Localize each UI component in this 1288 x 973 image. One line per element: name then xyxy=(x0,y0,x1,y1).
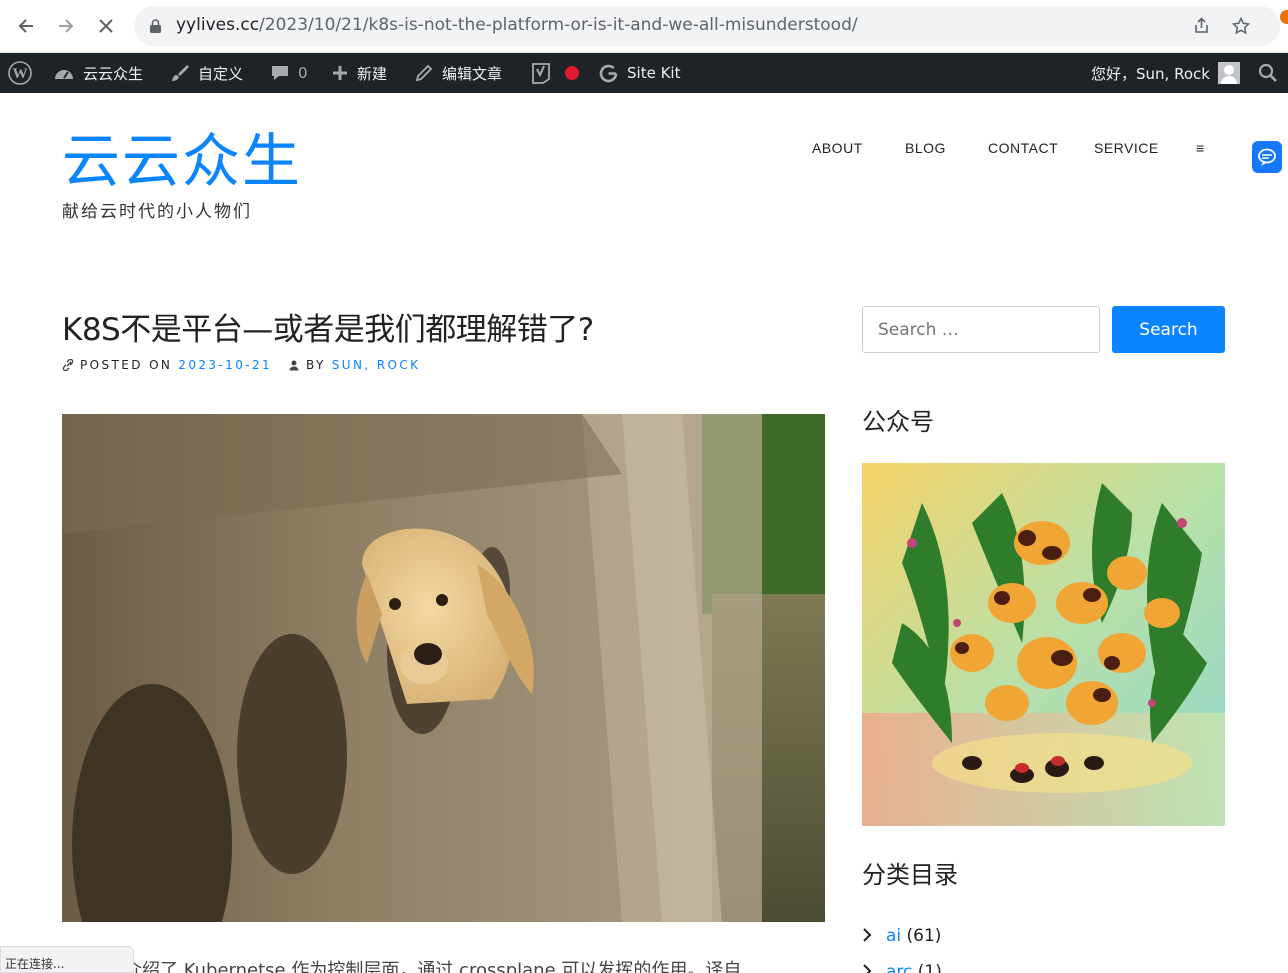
chevron-right-icon xyxy=(862,963,876,973)
post-title: K8S不是平台—或者是我们都理解错了? xyxy=(62,312,594,348)
nav-blog[interactable]: BLOG xyxy=(905,140,946,156)
svg-text:W: W xyxy=(13,66,28,82)
adminbar-site-kit-label: Site Kit xyxy=(627,64,681,82)
lock-icon[interactable] xyxy=(150,19,161,33)
extension-icon[interactable] xyxy=(1280,10,1288,24)
browser-status-bar: 正在连接... xyxy=(0,946,134,973)
google-g-icon xyxy=(599,64,618,82)
address-bar[interactable]: yylives.cc/2023/10/21/k8s-is-not-the-pla… xyxy=(134,6,1280,46)
comment-icon xyxy=(272,66,288,80)
link-icon xyxy=(62,359,74,371)
browser-toolbar: yylives.cc/2023/10/21/k8s-is-not-the-pla… xyxy=(0,0,1288,53)
url-host: yylives.cc xyxy=(176,15,260,35)
bookmark-star-icon[interactable] xyxy=(1230,15,1252,37)
adminbar-search-icon[interactable] xyxy=(1258,53,1278,93)
list-item: ai (61) xyxy=(862,918,942,954)
category-count: (1) xyxy=(917,962,942,973)
search-button[interactable]: Search xyxy=(1112,306,1225,353)
site-title[interactable]: 云云众生 xyxy=(62,126,302,196)
back-icon[interactable] xyxy=(12,12,40,40)
nav-contact[interactable]: CONTACT xyxy=(988,140,1058,156)
list-item: arc (1) xyxy=(862,954,942,973)
adminbar-site-label: 云云众生 xyxy=(83,64,144,83)
nav-service[interactable]: SERVICE xyxy=(1094,140,1159,156)
url-text[interactable]: yylives.cc/2023/10/21/k8s-is-not-the-pla… xyxy=(176,15,858,35)
pencil-icon xyxy=(415,64,433,82)
adminbar-customize[interactable]: 自定义 xyxy=(170,53,243,93)
post-meta: POSTED ON 2023-10-21 BY SUN, ROCK xyxy=(62,358,420,372)
site-tagline: 献给云时代的小人物们 xyxy=(62,202,252,222)
adminbar-site-kit[interactable]: Site Kit xyxy=(598,53,680,93)
forward-icon[interactable] xyxy=(52,12,80,40)
plus-icon xyxy=(333,66,347,80)
user-icon xyxy=(289,360,299,371)
adminbar-site-name[interactable]: 云云众生 xyxy=(53,53,143,93)
adminbar-account[interactable]: 您好，Sun, Rock xyxy=(1091,53,1240,93)
stop-loading-icon[interactable] xyxy=(92,12,120,40)
post-author[interactable]: SUN, ROCK xyxy=(332,358,421,372)
wechat-widget-title: 公众号 xyxy=(862,408,934,436)
adminbar-comments[interactable]: 0 xyxy=(270,53,308,93)
category-count: (61) xyxy=(906,926,942,946)
chevron-right-icon xyxy=(862,927,876,946)
chat-bubble-icon[interactable] xyxy=(1252,141,1282,173)
categories-widget-title: 分类目录 xyxy=(862,861,958,889)
nav-menu-icon[interactable]: ≡ xyxy=(1196,140,1205,156)
seo-status-dot[interactable] xyxy=(565,53,579,93)
main-navigation: ABOUT BLOG CONTACT SERVICE ≡ xyxy=(0,140,1288,160)
search-input[interactable] xyxy=(862,306,1100,353)
adminbar-edit-label: 编辑文章 xyxy=(442,64,503,83)
wp-admin-bar: W 云云众生 自定义 0 新建 编辑文章 Site Kit 您好，Sun, Ro… xyxy=(0,53,1288,93)
wechat-image xyxy=(862,463,1225,826)
adminbar-new[interactable]: 新建 xyxy=(331,53,387,93)
avatar xyxy=(1217,62,1240,84)
share-icon[interactable] xyxy=(1190,15,1212,37)
comment-count: 0 xyxy=(298,64,308,82)
adminbar-new-label: 新建 xyxy=(357,64,388,83)
category-link[interactable]: arc xyxy=(886,962,912,973)
category-link[interactable]: ai xyxy=(886,926,901,946)
dashboard-icon xyxy=(55,70,73,79)
adminbar-customize-label: 自定义 xyxy=(198,64,244,83)
post-date[interactable]: 2023-10-21 xyxy=(178,358,272,372)
adminbar-greeting: 您好，Sun, Rock xyxy=(1091,64,1210,83)
yoast-seo-icon[interactable] xyxy=(530,53,552,93)
by-label: BY xyxy=(306,358,326,372)
posted-on-label: POSTED ON xyxy=(80,358,173,372)
url-path: /2023/10/21/k8s-is-not-the-platform-or-i… xyxy=(259,15,858,35)
featured-image xyxy=(62,414,825,922)
post-excerpt: 本文介绍了 Kubernetse 作为控制层面，通过 crossplane 可以… xyxy=(88,960,742,973)
category-list: ai (61) arc (1) xyxy=(862,918,942,973)
paintbrush-icon xyxy=(172,65,189,81)
adminbar-edit-post[interactable]: 编辑文章 xyxy=(414,53,502,93)
wordpress-logo-icon[interactable]: W xyxy=(8,53,32,93)
nav-about[interactable]: ABOUT xyxy=(812,140,863,156)
